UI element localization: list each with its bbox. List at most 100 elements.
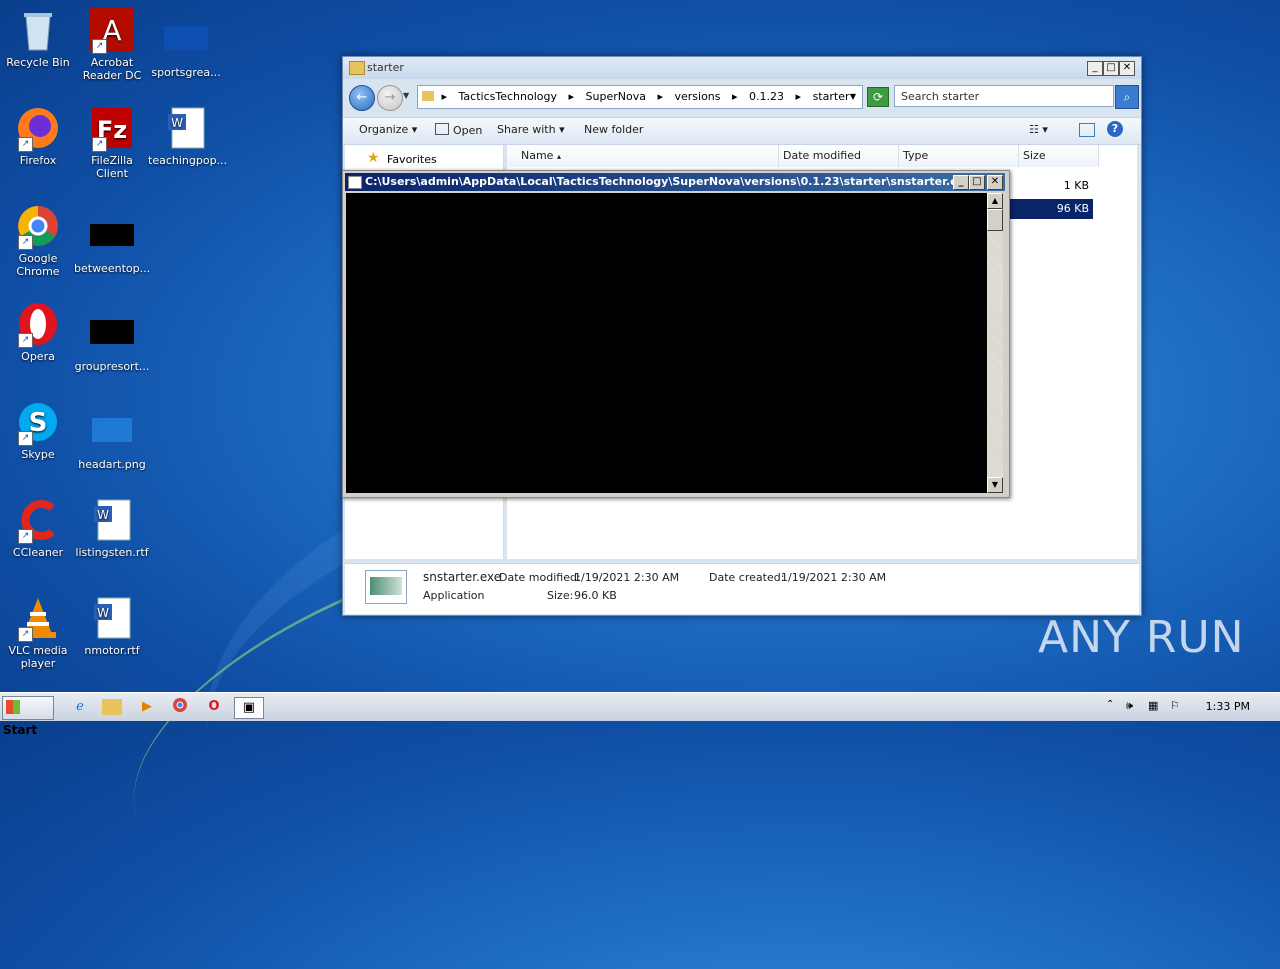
opera-taskbar-icon[interactable]: O xyxy=(204,697,224,717)
desktop-icon-label: VLC media player xyxy=(8,644,68,670)
console-maximize-button[interactable]: □ xyxy=(969,175,985,190)
file-size-cell-selected[interactable]: 96 KB xyxy=(1007,199,1093,219)
media-player-icon[interactable]: ▶ xyxy=(137,697,157,717)
file-explorer-icon[interactable] xyxy=(102,699,122,715)
action-center-flag-icon[interactable]: ⚐ xyxy=(1170,699,1180,712)
word-document-icon: W xyxy=(90,498,134,542)
console-taskbar-button[interactable]: ▣ xyxy=(234,697,264,719)
file-thumbnail-icon xyxy=(90,312,134,356)
breadcrumb-chevron-icon: ▸ xyxy=(568,90,575,103)
opera-icon: ↗ xyxy=(16,302,60,348)
internet-explorer-icon[interactable]: ℯ xyxy=(70,697,90,717)
desktop-icon-label: listingsten.rtf xyxy=(75,546,149,559)
breadcrumb-item[interactable]: TacticsTechnology xyxy=(459,90,557,103)
scroll-down-arrow-icon[interactable]: ▼ xyxy=(987,477,1003,493)
desktop-icon-chrome[interactable]: ↗ Google Chrome xyxy=(0,204,76,278)
shortcut-arrow-icon: ↗ xyxy=(92,137,107,152)
application-icon xyxy=(365,570,407,604)
details-size-label: Size: xyxy=(547,589,574,602)
desktop-icon-ccleaner[interactable]: ↗ CCleaner xyxy=(0,498,76,559)
explorer-titlebar[interactable]: starter _ □ ✕ xyxy=(343,57,1141,79)
console-title: C:\Users\admin\AppData\Local\TacticsTech… xyxy=(365,175,973,188)
desktop-icon-label: sportsgrea... xyxy=(151,66,221,79)
window-title: starter xyxy=(367,61,404,74)
column-header-name[interactable]: Name ▴ xyxy=(507,145,779,167)
desktop-icon-vlc[interactable]: ↗ VLC media player xyxy=(0,596,76,670)
help-icon[interactable]: ? xyxy=(1107,121,1123,137)
desktop-icon-filezilla[interactable]: Fz ↗ FileZilla Client xyxy=(74,106,150,180)
desktop-icon-label: Firefox xyxy=(19,154,57,167)
share-with-button[interactable]: Share with ▾ xyxy=(497,123,565,136)
desktop-icon-teachingpop[interactable]: W teachingpop... xyxy=(148,106,228,167)
breadcrumb-item[interactable]: starter xyxy=(813,90,850,103)
breadcrumb[interactable]: ▸ TacticsTechnology ▸ SuperNova ▸ versio… xyxy=(417,85,863,109)
shortcut-arrow-icon: ↗ xyxy=(18,529,33,544)
image-file-icon xyxy=(90,410,134,454)
scroll-up-arrow-icon[interactable]: ▲ xyxy=(987,193,1003,209)
scroll-thumb[interactable] xyxy=(987,209,1003,231)
change-view-icon[interactable]: ☷ ▾ xyxy=(1029,123,1048,136)
search-input[interactable]: Search starter xyxy=(894,85,1114,107)
word-document-icon: W xyxy=(164,106,208,150)
desktop-icon-betweentop[interactable]: betweentop... xyxy=(74,214,150,275)
file-thumbnail-icon xyxy=(90,214,134,258)
desktop-icon-skype[interactable]: S ↗ Skype xyxy=(0,400,76,461)
console-output[interactable] xyxy=(346,193,987,493)
console-minimize-button[interactable]: _ xyxy=(953,175,969,190)
search-icon[interactable]: ⌕ xyxy=(1115,85,1139,109)
column-header-type[interactable]: Type xyxy=(899,145,1019,167)
address-dropdown-icon[interactable]: ▼ xyxy=(850,86,856,108)
anyrun-watermark: ANY RUN xyxy=(1038,612,1245,663)
desktop-icon-sportsgrea[interactable]: sportsgrea... xyxy=(148,18,224,79)
acrobat-icon: A ↗ xyxy=(90,8,134,54)
desktop-icon-label: betweentop... xyxy=(74,262,151,275)
close-button[interactable]: ✕ xyxy=(1119,61,1135,76)
organize-button[interactable]: Organize ▾ xyxy=(359,123,417,136)
open-button[interactable]: Open xyxy=(435,123,482,137)
network-icon[interactable]: ▦ xyxy=(1148,699,1158,712)
recent-pages-dropdown[interactable]: ▼ xyxy=(403,91,409,100)
column-header-date-modified[interactable]: Date modified xyxy=(779,145,899,167)
breadcrumb-folder-icon xyxy=(422,91,434,101)
minimize-button[interactable]: _ xyxy=(1087,61,1103,76)
breadcrumb-item[interactable]: SuperNova xyxy=(586,90,646,103)
start-button[interactable]: Start xyxy=(2,696,54,737)
desktop-icon-recycle-bin[interactable]: Recycle Bin xyxy=(0,8,76,69)
refresh-icon[interactable]: ⟳ xyxy=(867,87,889,107)
breadcrumb-item[interactable]: versions xyxy=(674,90,720,103)
back-button[interactable]: ← xyxy=(349,85,375,111)
taskbar: Start ℯ ▶ O ▣ ⌃ 🕪 ▦ ⚐ 1:33 PM xyxy=(0,692,1280,737)
file-size-cell[interactable]: 1 KB xyxy=(1007,176,1093,196)
taskbar-clock[interactable]: 1:33 PM xyxy=(1206,700,1250,713)
console-scrollbar[interactable]: ▲ ▼ xyxy=(987,193,1003,493)
desktop-icon-firefox[interactable]: ↗ Firefox xyxy=(0,106,76,167)
console-titlebar[interactable]: C:\Users\admin\AppData\Local\TacticsTech… xyxy=(345,173,1005,191)
console-window[interactable]: C:\Users\admin\AppData\Local\TacticsTech… xyxy=(342,170,1010,498)
breadcrumb-chevron-icon: ▸ xyxy=(795,90,802,103)
desktop-icon-acrobat[interactable]: A ↗ Acrobat Reader DC xyxy=(74,8,150,82)
desktop-icon-headart[interactable]: headart.png xyxy=(74,410,150,471)
svg-text:W: W xyxy=(171,116,183,130)
forward-button[interactable]: → xyxy=(377,85,403,111)
nav-favorites[interactable]: Favorites xyxy=(387,153,437,166)
desktop-icon-nmotor[interactable]: W nmotor.rtf xyxy=(74,596,150,657)
desktop-icon-listingsten[interactable]: W listingsten.rtf xyxy=(74,498,150,559)
show-hidden-icons-chevron-icon[interactable]: ⌃ xyxy=(1106,699,1114,710)
console-close-button[interactable]: ✕ xyxy=(987,175,1003,190)
desktop-icon-groupresort[interactable]: groupresort... xyxy=(74,312,150,373)
console-icon xyxy=(348,176,362,189)
desktop-icon-label: headart.png xyxy=(78,458,146,471)
volume-icon[interactable]: 🕪 xyxy=(1126,699,1133,713)
maximize-button[interactable]: □ xyxy=(1103,61,1119,76)
desktop-icon-label: teachingpop... xyxy=(148,154,228,167)
details-date-modified-label: Date modified: xyxy=(499,571,581,584)
desktop-icon-opera[interactable]: ↗ Opera xyxy=(0,302,76,363)
chrome-taskbar-icon[interactable] xyxy=(170,697,190,717)
column-header-size[interactable]: Size xyxy=(1019,145,1099,167)
breadcrumb-item[interactable]: 0.1.23 xyxy=(749,90,784,103)
details-type: Application xyxy=(423,589,485,602)
breadcrumb-chevron-icon: ▸ xyxy=(732,90,738,103)
firefox-icon: ↗ xyxy=(16,106,60,152)
preview-pane-icon[interactable] xyxy=(1079,123,1095,137)
new-folder-button[interactable]: New folder xyxy=(584,123,643,136)
